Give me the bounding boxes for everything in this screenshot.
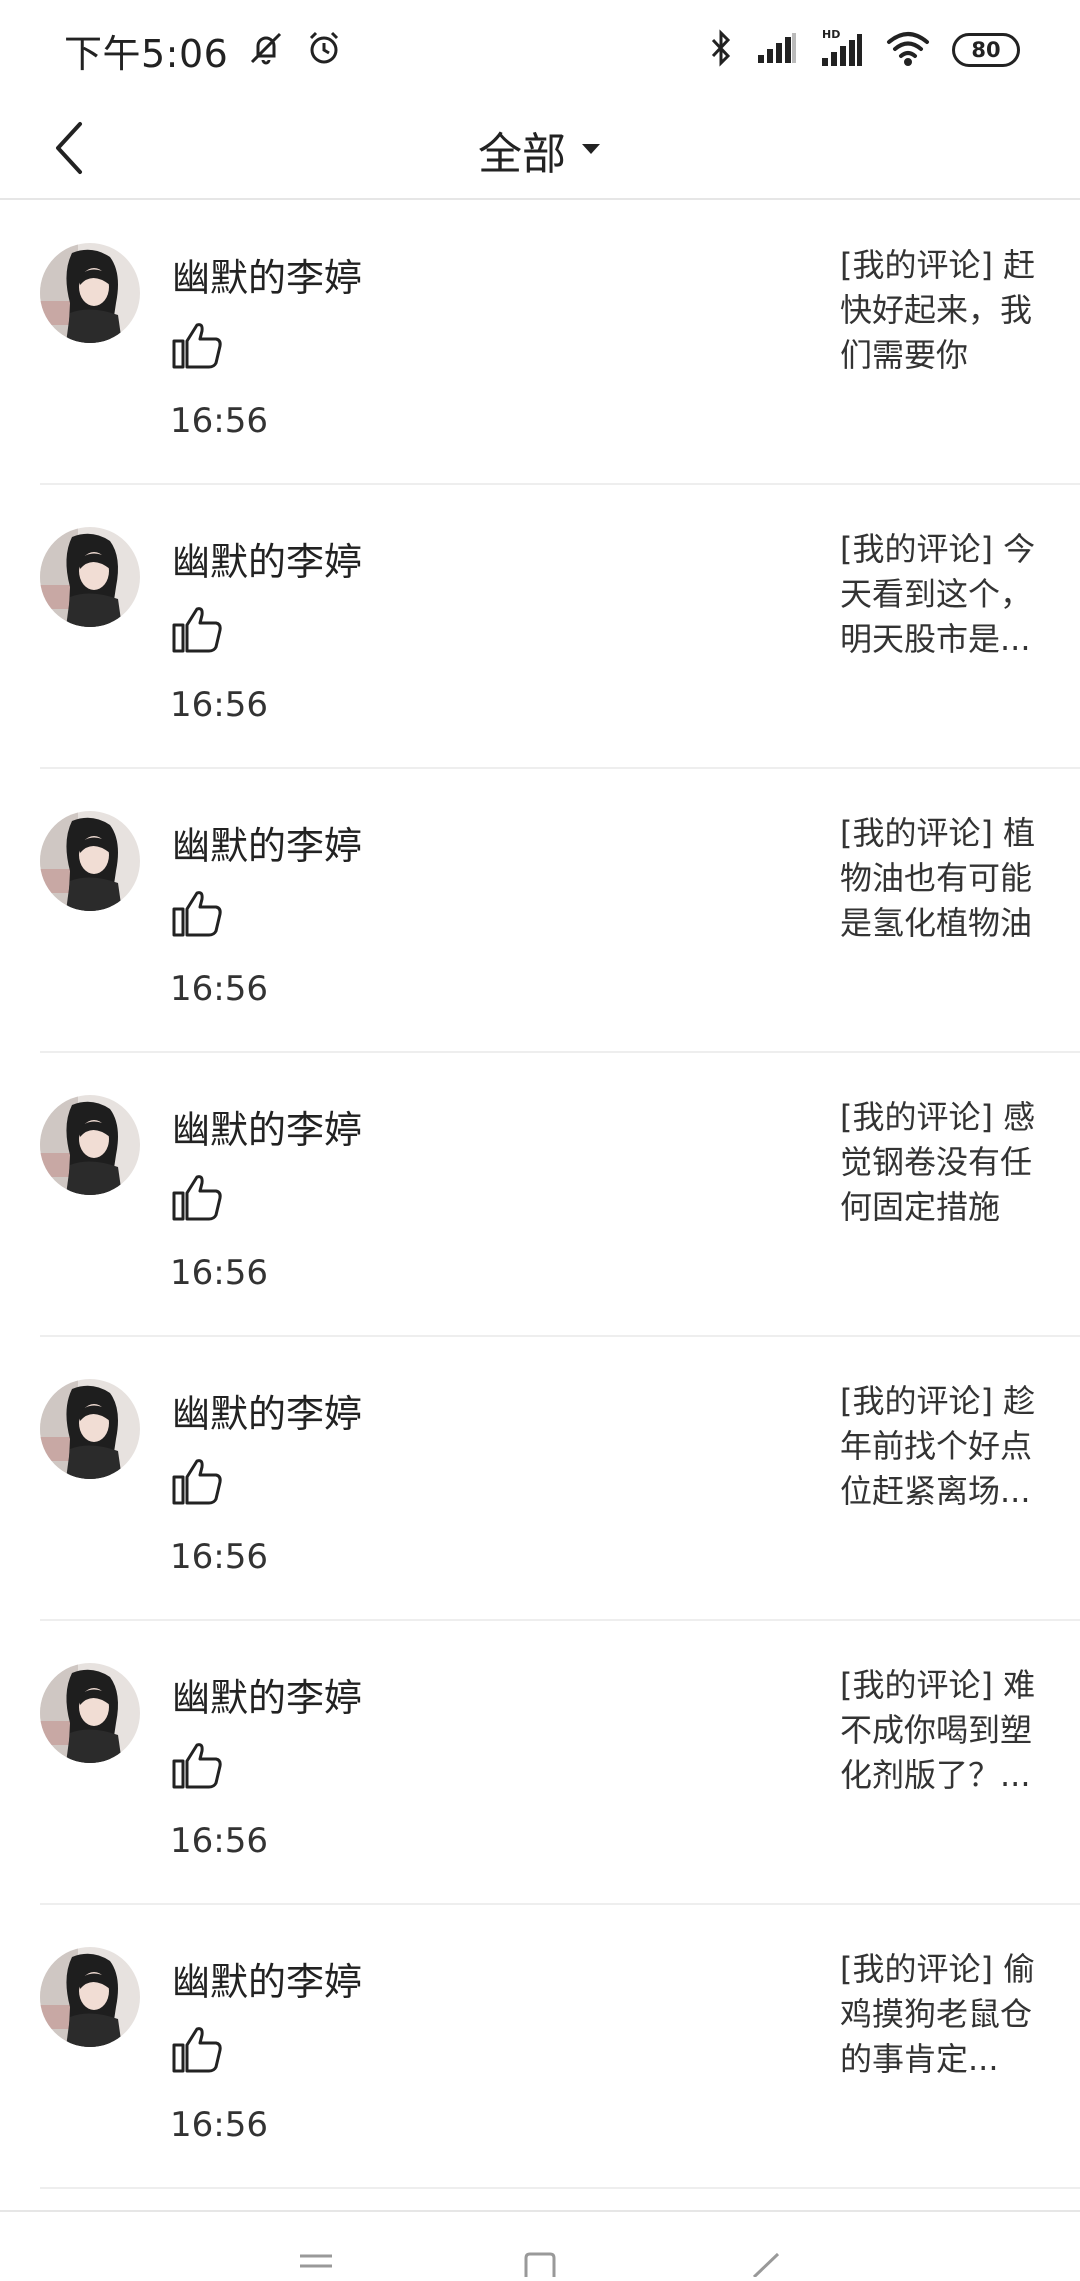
username[interactable]: 幽默的李婷 <box>172 247 362 302</box>
avatar[interactable] <box>40 243 140 343</box>
notification-list: 幽默的李婷 16:56 [我的评论] 赶快好起来，我们需要你 幽默的李婷 16:… <box>0 201 1080 2189</box>
mute-icon <box>246 28 286 72</box>
username[interactable]: 幽默的李婷 <box>172 1951 362 2006</box>
timestamp: 16:56 <box>170 401 268 441</box>
svg-text:HD: HD <box>822 28 840 41</box>
timestamp: 16:56 <box>170 2105 268 2145</box>
bluetooth-icon <box>708 28 734 72</box>
page-title: 全部 <box>478 129 566 180</box>
home-icon[interactable] <box>520 2252 560 2281</box>
back-nav-icon[interactable] <box>744 2252 784 2281</box>
comment-preview[interactable]: [我的评论] 赶快好起来，我们需要你 <box>840 243 1040 378</box>
thumbs-up-icon <box>170 1171 224 1225</box>
status-bar: 下午5:06 HD 80 <box>0 0 1080 100</box>
thumbs-up-icon <box>170 1455 224 1509</box>
list-item[interactable]: 幽默的李婷 16:56 [我的评论] 今天看到这个，明天股市是... <box>0 485 1080 769</box>
timestamp: 16:56 <box>170 685 268 725</box>
thumbs-up-icon <box>170 2023 224 2077</box>
system-nav-bar <box>0 2210 1080 2279</box>
avatar[interactable] <box>40 1095 140 1195</box>
timestamp: 16:56 <box>170 1821 268 1861</box>
timestamp: 16:56 <box>170 1537 268 1577</box>
list-item[interactable]: 幽默的李婷 16:56 [我的评论] 感觉钢卷没有任何固定措施 <box>0 1053 1080 1337</box>
dropdown-caret-icon <box>580 141 602 160</box>
alarm-icon <box>304 28 344 72</box>
username[interactable]: 幽默的李婷 <box>172 815 362 870</box>
comment-preview[interactable]: [我的评论] 偷鸡摸狗老鼠仓的事肯定... <box>840 1947 1040 2082</box>
comment-preview[interactable]: [我的评论] 植物油也有可能是氢化植物油 <box>840 811 1040 946</box>
status-time: 下午5:06 <box>64 31 229 76</box>
wifi-icon <box>886 30 930 70</box>
thumbs-up-icon <box>170 887 224 941</box>
thumbs-up-icon <box>170 603 224 657</box>
username[interactable]: 幽默的李婷 <box>172 1667 362 1722</box>
comment-preview[interactable]: [我的评论] 今天看到这个，明天股市是... <box>840 527 1040 662</box>
avatar[interactable] <box>40 1663 140 1763</box>
timestamp: 16:56 <box>170 969 268 1009</box>
username[interactable]: 幽默的李婷 <box>172 531 362 586</box>
list-item[interactable]: 幽默的李婷 16:56 [我的评论] 植物油也有可能是氢化植物油 <box>0 769 1080 1053</box>
nav-bar: 全部 <box>0 100 1080 200</box>
hd-signal-icon: HD <box>820 28 864 72</box>
filter-dropdown[interactable]: 全部 <box>0 100 1080 200</box>
signal-icon <box>756 31 798 69</box>
list-item[interactable]: 幽默的李婷 16:56 [我的评论] 趁年前找个好点位赶紧离场... <box>0 1337 1080 1621</box>
username[interactable]: 幽默的李婷 <box>172 1099 362 1154</box>
avatar[interactable] <box>40 1947 140 2047</box>
timestamp: 16:56 <box>170 1253 268 1293</box>
comment-preview[interactable]: [我的评论] 感觉钢卷没有任何固定措施 <box>840 1095 1040 1230</box>
avatar[interactable] <box>40 811 140 911</box>
divider <box>40 2187 1080 2189</box>
list-item[interactable]: 幽默的李婷 16:56 [我的评论] 难不成你喝到塑化剂版了？... <box>0 1621 1080 1905</box>
list-item[interactable]: 幽默的李婷 16:56 [我的评论] 赶快好起来，我们需要你 <box>0 201 1080 485</box>
comment-preview[interactable]: [我的评论] 难不成你喝到塑化剂版了？... <box>840 1663 1040 1798</box>
avatar[interactable] <box>40 1379 140 1479</box>
battery-indicator: 80 <box>952 33 1020 67</box>
list-item[interactable]: 幽默的李婷 16:56 [我的评论] 偷鸡摸狗老鼠仓的事肯定... <box>0 1905 1080 2189</box>
thumbs-up-icon <box>170 1739 224 1793</box>
menu-icon[interactable] <box>296 2252 336 2281</box>
avatar[interactable] <box>40 527 140 627</box>
thumbs-up-icon <box>170 319 224 373</box>
comment-preview[interactable]: [我的评论] 趁年前找个好点位赶紧离场... <box>840 1379 1040 1514</box>
username[interactable]: 幽默的李婷 <box>172 1383 362 1438</box>
